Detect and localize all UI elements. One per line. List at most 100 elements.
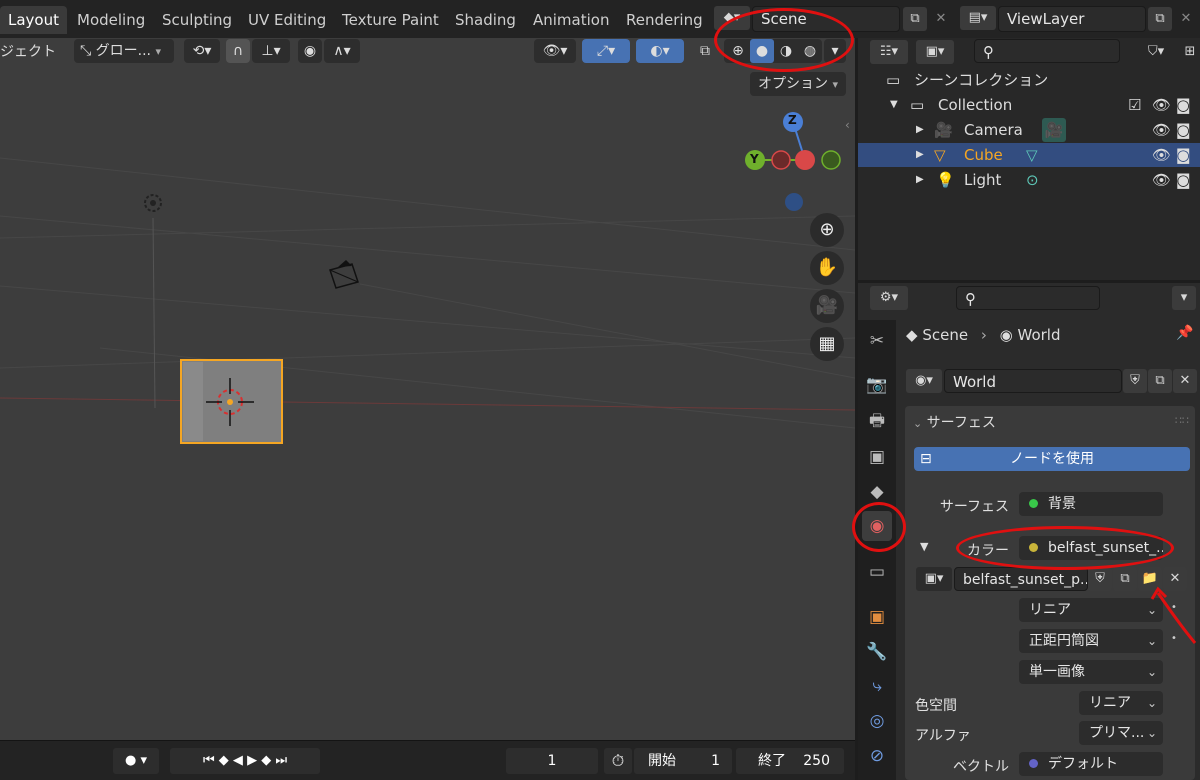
snap-increment-icon[interactable]: ⊥▾	[252, 39, 290, 63]
scene-copy-icon[interactable]: ⧉	[903, 7, 927, 31]
colorspace-dropdown[interactable]: リニア ⌄	[1079, 691, 1163, 715]
3d-viewport[interactable]: Z Y ⊕ ✋ 🎥 ▦ ‹	[0, 38, 855, 740]
image-source-dropdown[interactable]: 単一画像 ⌄	[1019, 660, 1163, 684]
render-properties-icon[interactable]: 📷	[862, 370, 892, 400]
rendered-shading-icon[interactable]: ◍	[798, 39, 822, 63]
current-frame-field[interactable]: 1	[506, 748, 598, 774]
eye-icon[interactable]: 👁	[1152, 118, 1171, 142]
surface-shader-dropdown[interactable]: 背景	[1019, 492, 1163, 516]
color-input-dropdown[interactable]: belfast_sunset_...	[1019, 536, 1163, 560]
outliner-item-collection[interactable]: ▼ ▭ Collection ☑ 👁 ◙	[858, 93, 1200, 117]
shading-options-chevron-icon[interactable]: ▾	[824, 39, 846, 63]
tab-shading[interactable]: Shading	[447, 6, 524, 34]
physics-icon[interactable]: ◎	[862, 706, 892, 736]
camera-view-icon[interactable]: 🎥	[810, 289, 844, 323]
solid-shading-icon[interactable]: ●	[750, 39, 774, 63]
drag-handle-icon[interactable]: ∷∷	[1175, 414, 1189, 427]
play-reverse-icon[interactable]: ◀	[233, 753, 243, 768]
visibility-eye-icon[interactable]: 👁▾	[534, 39, 576, 63]
output-properties-icon[interactable]: 🖶	[862, 406, 892, 436]
render-camera-icon[interactable]: ◙	[1176, 143, 1191, 167]
tab-layout[interactable]: Layout	[0, 6, 67, 34]
material-shading-icon[interactable]: ◑	[774, 39, 798, 63]
constraints-icon[interactable]: ⊘	[862, 741, 892, 771]
pivot-point-icon[interactable]: ⟲▾	[184, 39, 220, 63]
snap-magnet-icon[interactable]: ∩	[226, 39, 250, 63]
pin-icon[interactable]: 📌	[1176, 325, 1193, 341]
render-camera-icon[interactable]: ◙	[1176, 168, 1191, 192]
world-copy-icon[interactable]: ⧉	[1148, 369, 1172, 393]
render-camera-icon[interactable]: ◙	[1176, 93, 1191, 117]
expand-arrow-icon[interactable]: ▼	[920, 540, 928, 553]
tab-animation[interactable]: Animation	[525, 6, 617, 34]
zoom-icon[interactable]: ⊕	[810, 213, 844, 247]
overlay-toggle-icon[interactable]: ◐▾	[636, 39, 684, 63]
jump-start-icon[interactable]: ⏮	[203, 753, 215, 768]
vector-input-dropdown[interactable]: デフォルト	[1019, 752, 1163, 776]
pan-hand-icon[interactable]: ✋	[810, 251, 844, 285]
world-properties-icon[interactable]: ◉	[862, 511, 892, 541]
new-collection-icon[interactable]: ⊞	[1180, 40, 1200, 64]
viewlayer-name-field[interactable]: ViewLayer	[998, 6, 1146, 32]
use-nodes-button[interactable]: ⊟ ノードを使用	[914, 447, 1190, 471]
properties-search-input[interactable]: ⚲	[956, 286, 1100, 310]
scene-name-field[interactable]: Scene	[752, 6, 900, 32]
eye-icon[interactable]: 👁	[1152, 143, 1171, 167]
falloff-curve-icon[interactable]: ∧▾	[324, 39, 360, 63]
tab-rendering[interactable]: Rendering	[618, 6, 711, 34]
next-keyframe-icon[interactable]: ◆	[261, 753, 271, 768]
tool-settings-icon[interactable]: ✂	[862, 326, 892, 356]
eye-icon[interactable]: 👁	[1152, 168, 1171, 192]
outliner-item-light[interactable]: ▶ 💡 Light ⊙ 👁 ◙	[858, 168, 1200, 192]
camera-object[interactable]	[329, 260, 359, 289]
breadcrumb-world[interactable]: World	[1018, 326, 1061, 344]
image-fake-user-icon[interactable]: ⛨	[1088, 567, 1112, 591]
tab-modeling[interactable]: Modeling	[69, 6, 153, 34]
breadcrumb-scene[interactable]: Scene	[922, 326, 968, 344]
scene-properties-icon[interactable]: ◆	[862, 477, 892, 507]
collection-properties-icon[interactable]: ▭	[862, 557, 892, 587]
keyframe-record-button[interactable]: ● ▾	[113, 748, 159, 774]
render-camera-icon[interactable]: ◙	[1176, 118, 1191, 142]
camera-data-icon[interactable]: 🎥	[1042, 118, 1066, 142]
world-name-field[interactable]: World	[944, 369, 1122, 393]
fake-user-shield-icon[interactable]: ⛨	[1123, 369, 1147, 393]
light-object[interactable]	[144, 194, 162, 212]
outliner-search-input[interactable]: ⚲	[974, 39, 1120, 63]
editor-type-icon[interactable]: ⚙▾	[870, 286, 908, 310]
scene-close-icon[interactable]: ✕	[929, 7, 953, 31]
tab-uv-editing[interactable]: UV Editing	[240, 6, 334, 34]
wireframe-shading-icon[interactable]: ⊕	[726, 39, 750, 63]
sidebar-toggle-icon[interactable]: ‹	[845, 118, 850, 132]
collapse-chevron-icon[interactable]: ▾	[1172, 286, 1196, 310]
stopwatch-icon[interactable]: ⏱	[604, 748, 632, 774]
jump-end-icon[interactable]: ⏭	[275, 753, 287, 768]
viewlayer-close-icon[interactable]: ✕	[1174, 7, 1198, 31]
filter-funnel-icon[interactable]: ⛉▾	[1138, 40, 1174, 64]
image-copy-icon[interactable]: ⧉	[1113, 567, 1137, 591]
image-browse-icon[interactable]: ▣▾	[916, 567, 952, 591]
filter-image-icon[interactable]: ▣▾	[916, 40, 954, 64]
transform-orientation-dropdown[interactable]: ⤡ グロー... ▾	[74, 39, 174, 63]
object-properties-icon[interactable]: ▣	[862, 602, 892, 632]
expand-arrow-icon[interactable]: ▶	[916, 168, 924, 192]
display-mode-icon[interactable]: ☷▾	[870, 40, 908, 64]
play-icon[interactable]: ▶	[247, 753, 257, 768]
frame-start-field[interactable]: 開始 1	[634, 748, 732, 774]
view-layer-properties-icon[interactable]: ▣	[862, 442, 892, 472]
perspective-grid-icon[interactable]: ▦	[810, 327, 844, 361]
light-data-icon[interactable]: ⊙	[1026, 168, 1039, 192]
prev-keyframe-icon[interactable]: ◆	[219, 753, 229, 768]
modifier-wrench-icon[interactable]: 🔧	[862, 637, 892, 667]
xray-icon[interactable]: ⧉	[694, 39, 716, 63]
mesh-data-icon[interactable]: ▽	[1026, 143, 1038, 167]
viewlayer-copy-icon[interactable]: ⧉	[1148, 7, 1172, 31]
tab-texture-paint[interactable]: Texture Paint	[334, 6, 447, 34]
viewlayer-browse-button[interactable]: ▤▾	[960, 6, 996, 30]
eye-icon[interactable]: 👁	[1152, 93, 1171, 117]
outliner-scene-collection[interactable]: ▭ シーンコレクション	[858, 68, 1200, 92]
options-dropdown[interactable]: オプション ▾	[750, 72, 846, 96]
expand-arrow-icon[interactable]: ▶	[916, 143, 924, 167]
image-name-field[interactable]: belfast_sunset_p...	[954, 567, 1088, 591]
frame-end-field[interactable]: 終了 250	[736, 748, 844, 774]
